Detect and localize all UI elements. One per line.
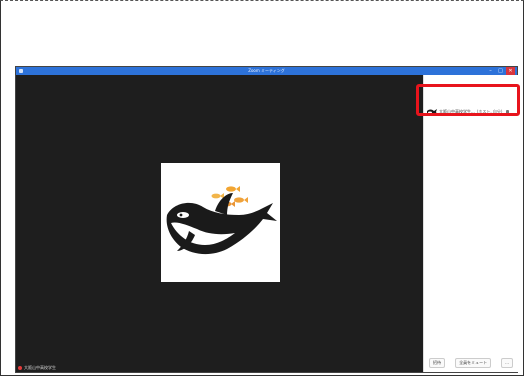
window-controls: – □ ✕ — [486, 67, 515, 75]
window-title: Zoom ミーティング — [248, 68, 285, 73]
close-button[interactable]: ✕ — [506, 67, 515, 75]
zoom-meeting-window: Zoom ミーティング – □ ✕ 大阪山中高校学生 大阪山中高校学生... (… — [15, 66, 518, 373]
video-participant-name: 大阪山中高校学生 — [24, 365, 56, 370]
maximize-button[interactable]: □ — [496, 67, 505, 75]
participant-name: 大阪山中高校学生... — [439, 109, 475, 114]
minimize-button[interactable]: – — [486, 67, 495, 75]
more-button[interactable]: ... — [501, 358, 513, 368]
title-bar[interactable]: Zoom ミーティング – □ ✕ — [16, 67, 517, 75]
video-name-label: 大阪山中高校学生 — [18, 365, 56, 371]
mic-icon[interactable] — [505, 109, 509, 115]
participant-avatar-icon — [427, 109, 437, 115]
participant-role: (ホスト, 自分) — [476, 109, 503, 114]
video-area[interactable]: 大阪山中高校学生 — [16, 75, 423, 372]
mute-all-button[interactable]: 全員をミュート — [455, 358, 492, 368]
orca-avatar-icon — [166, 186, 277, 255]
mic-muted-icon — [18, 366, 22, 370]
panel-footer: 招待 全員をミュート ... — [424, 358, 518, 368]
participants-panel: 大阪山中高校学生... (ホスト, 自分) 招待 全員をミュート ... — [423, 75, 518, 372]
invite-button[interactable]: 招待 — [429, 358, 445, 368]
participant-video-tile[interactable] — [161, 163, 280, 282]
participant-row[interactable]: 大阪山中高校学生... (ホスト, 自分) — [427, 107, 515, 117]
